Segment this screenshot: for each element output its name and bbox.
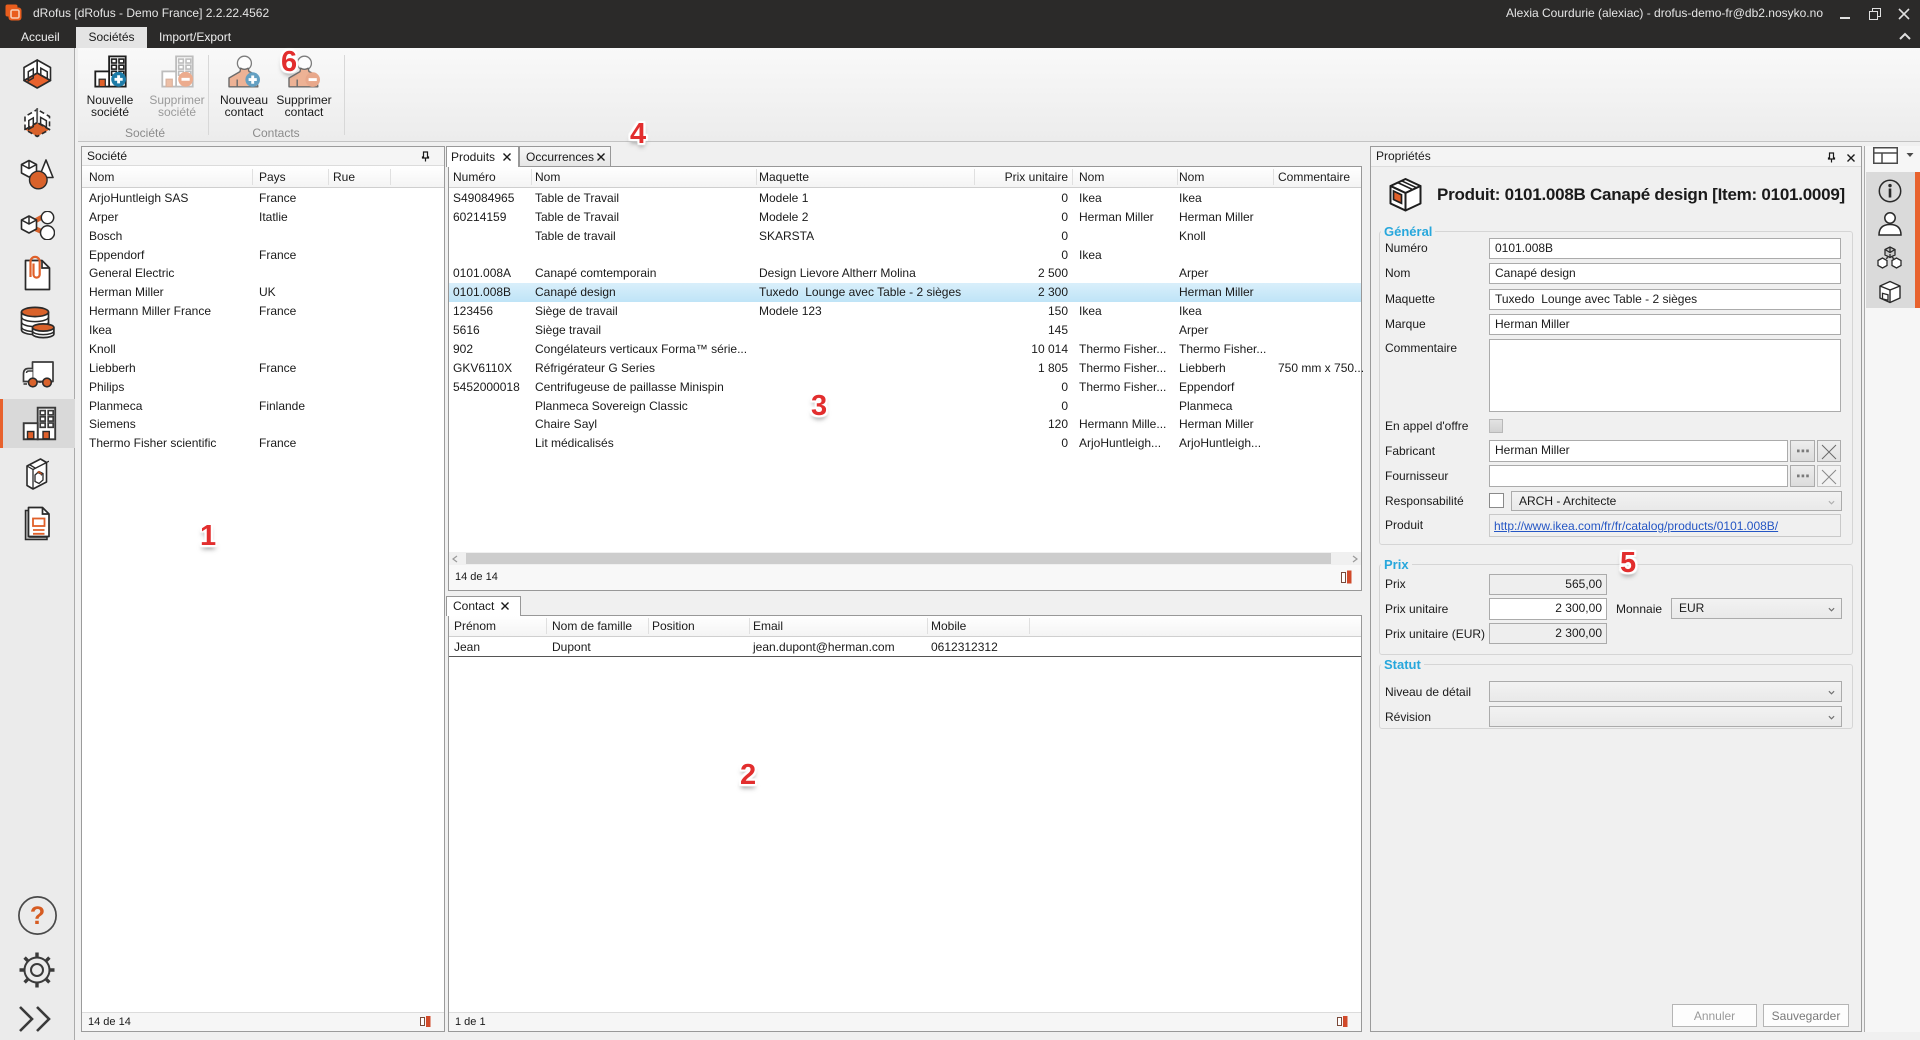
svg-text:?: ?	[30, 902, 45, 930]
